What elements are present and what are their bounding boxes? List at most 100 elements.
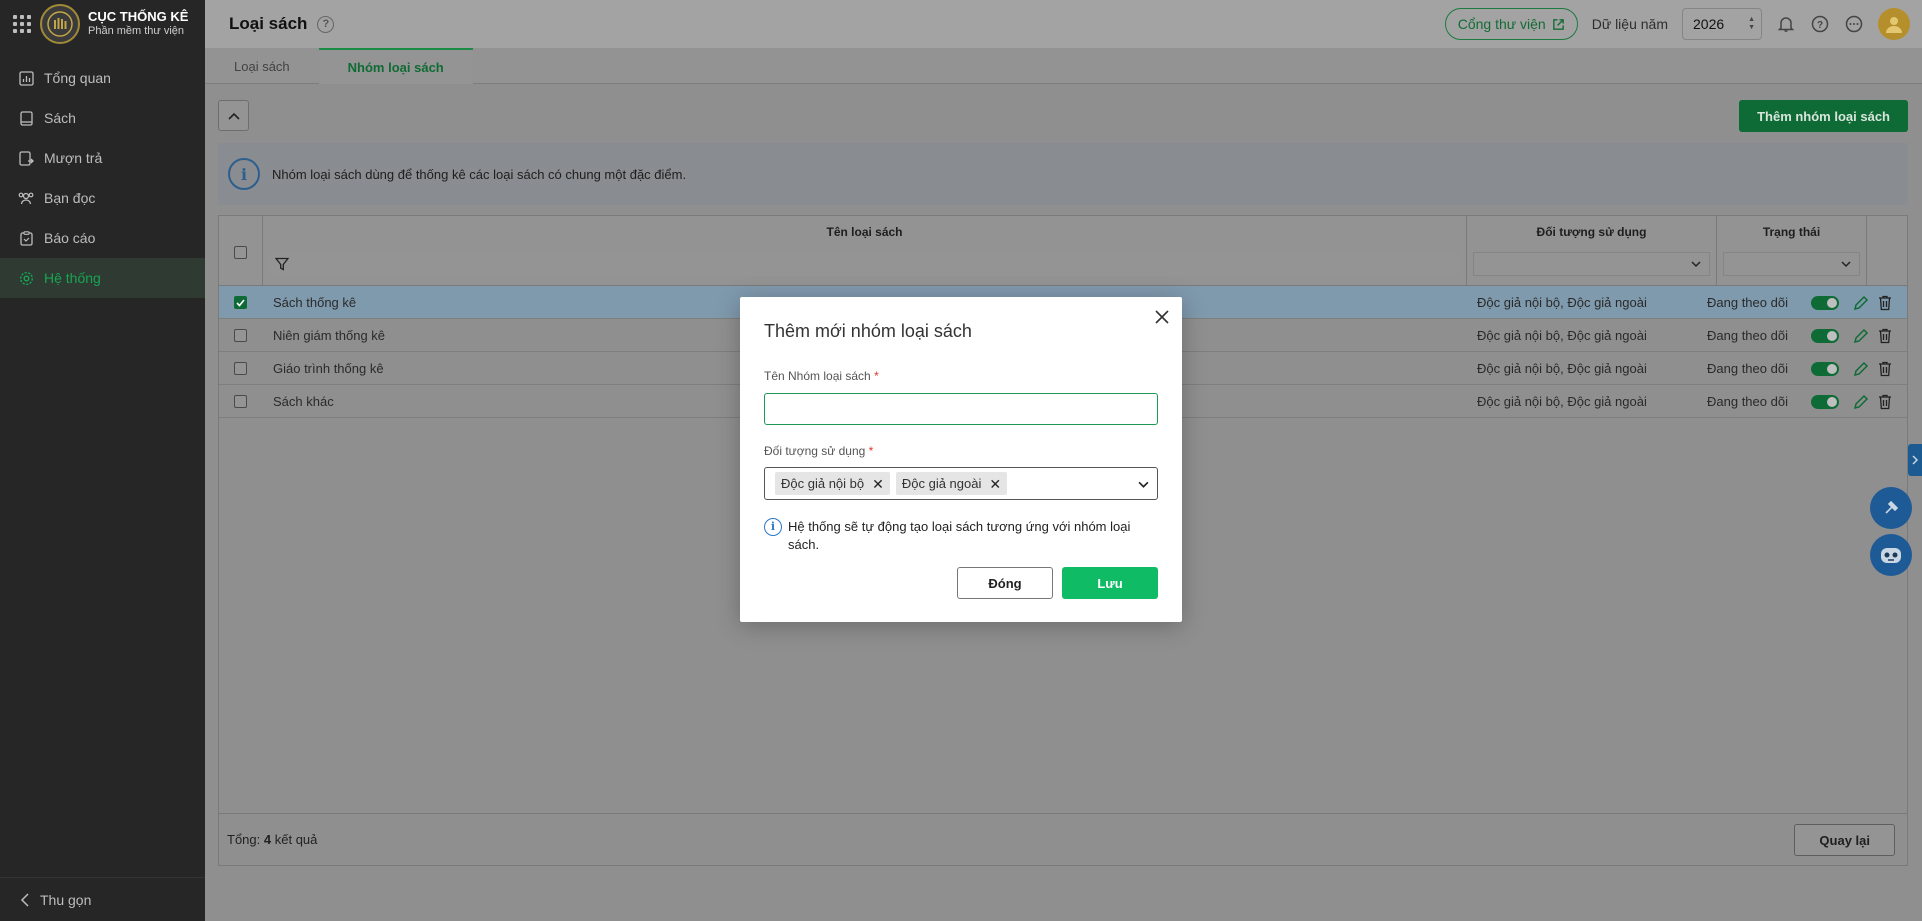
row-name: Niên giám thống kê <box>273 328 386 343</box>
add-group-button[interactable]: Thêm nhóm loại sách <box>1739 100 1908 132</box>
group-name-input[interactable] <box>764 393 1158 425</box>
table-footer: Tổng: 4 kết quả Quay lại <box>219 813 1907 865</box>
audience-chip: Độc giả nội bộ ✕ <box>775 472 890 495</box>
sidebar-item-label: Tổng quan <box>44 70 111 86</box>
more-icon[interactable] <box>1844 14 1864 34</box>
trash-icon[interactable] <box>1878 352 1892 385</box>
portal-label: Cổng thư viện <box>1457 16 1546 32</box>
name-filter[interactable] <box>269 252 1460 276</box>
chart-icon <box>18 70 34 86</box>
row-status: Đang theo dõi <box>1707 328 1788 343</box>
hint-text: Hệ thống sẽ tự động tạo loại sách tương … <box>788 519 1131 552</box>
chip-label: Độc giả nội bộ <box>781 476 865 491</box>
side-panel-toggle[interactable] <box>1908 444 1922 476</box>
apps-grid-icon[interactable] <box>12 14 32 34</box>
info-banner: i Nhóm loại sách dùng để thống kê các lo… <box>218 143 1908 205</box>
edit-icon[interactable] <box>1853 352 1869 385</box>
filter-icon[interactable] <box>275 257 289 271</box>
question-icon[interactable]: ? <box>1810 14 1830 34</box>
remove-chip-icon[interactable]: ✕ <box>989 477 1001 491</box>
borrow-icon <box>18 150 34 166</box>
stepper-arrows-icon[interactable]: ▲ ▼ <box>1748 16 1755 32</box>
sidebar-item-readers[interactable]: Bạn đọc <box>0 178 205 218</box>
chevron-left-icon <box>20 892 29 907</box>
external-link-icon <box>1552 18 1564 30</box>
trash-icon[interactable] <box>1878 286 1892 319</box>
required-mark: * <box>868 444 874 458</box>
sidebar-item-borrow[interactable]: Mượn trả <box>0 138 205 178</box>
status-toggle[interactable] <box>1811 394 1839 409</box>
report-icon <box>18 230 34 246</box>
year-label: Dữ liệu năm <box>1591 16 1668 32</box>
tab-book-type-groups[interactable]: Nhóm loại sách <box>318 48 473 84</box>
chevron-down-icon[interactable] <box>1138 479 1149 490</box>
chevron-down-icon <box>1841 261 1851 268</box>
sidebar-item-system[interactable]: Hệ thống <box>0 258 205 298</box>
info-icon: i <box>228 158 260 190</box>
audience-multiselect[interactable]: Độc giả nội bộ ✕ Độc giả ngoài ✕ <box>764 467 1158 500</box>
sidebar-item-label: Sách <box>44 110 76 126</box>
svg-text:?: ? <box>1817 20 1823 31</box>
save-button[interactable]: Lưu <box>1062 567 1158 599</box>
back-button[interactable]: Quay lại <box>1794 824 1895 856</box>
select-all-checkbox[interactable] <box>234 246 247 259</box>
chatbot-button[interactable] <box>1870 534 1912 576</box>
required-mark: * <box>874 369 879 383</box>
trash-icon[interactable] <box>1878 385 1892 418</box>
row-checkbox[interactable] <box>234 395 247 408</box>
close-icon[interactable] <box>1152 307 1172 327</box>
remove-chip-icon[interactable]: ✕ <box>872 477 884 491</box>
edit-icon[interactable] <box>1853 286 1869 319</box>
auto-create-hint: i Hệ thống sẽ tự động tạo loại sách tươn… <box>764 518 1164 554</box>
collapse-sidebar-button[interactable]: Thu gọn <box>0 877 205 921</box>
edit-icon[interactable] <box>1853 319 1869 352</box>
row-checkbox[interactable] <box>234 296 247 309</box>
dialog-title: Thêm mới nhóm loại sách <box>764 321 972 341</box>
brand-subtitle: Phần mềm thư viện <box>88 25 185 37</box>
info-icon: i <box>764 518 782 536</box>
status-toggle[interactable] <box>1811 361 1839 376</box>
row-name: Sách khác <box>273 394 334 409</box>
sidebar: Tổng quan Sách Mượn trả Bạn đọc Báo cáo … <box>0 48 205 921</box>
page-title: Loại sách <box>229 14 308 33</box>
collapse-label: Thu gọn <box>40 891 92 908</box>
logo <box>40 4 80 44</box>
collapse-panel-button[interactable] <box>218 100 249 131</box>
bell-icon[interactable] <box>1776 14 1796 34</box>
portal-button[interactable]: Cổng thư viện <box>1444 8 1578 40</box>
row-audience: Độc giả nội bộ, Độc giả ngoài <box>1477 394 1647 409</box>
status-toggle[interactable] <box>1811 328 1839 343</box>
row-audience: Độc giả nội bộ, Độc giả ngoài <box>1477 361 1647 376</box>
year-stepper[interactable]: 2026 ▲ ▼ <box>1682 8 1762 40</box>
total-prefix: Tổng: <box>227 832 261 847</box>
edit-icon[interactable] <box>1853 385 1869 418</box>
add-group-dialog: Thêm mới nhóm loại sách Tên Nhóm loại sá… <box>740 297 1182 622</box>
brand-area: CỤC THỐNG KÊ Phần mềm thư viện <box>0 0 205 48</box>
row-checkbox[interactable] <box>234 362 247 375</box>
chip-label: Độc giả ngoài <box>901 476 982 491</box>
tab-bar: Loại sách Nhóm loại sách <box>205 48 1922 84</box>
row-name: Sách thống kê <box>273 295 357 310</box>
status-toggle[interactable] <box>1811 295 1839 310</box>
audience-filter-select[interactable] <box>1473 252 1710 276</box>
top-bar: CỤC THỐNG KÊ Phần mềm thư viện Loại sách… <box>0 0 1922 48</box>
status-filter-select[interactable] <box>1723 252 1860 276</box>
column-header-name: Tên loại sách <box>826 225 903 239</box>
avatar[interactable] <box>1878 8 1910 40</box>
gear-icon <box>18 270 34 286</box>
help-icon[interactable]: ? <box>317 15 335 33</box>
sidebar-item-books[interactable]: Sách <box>0 98 205 138</box>
trash-icon[interactable] <box>1878 319 1892 352</box>
quick-action-button[interactable] <box>1870 487 1912 529</box>
audience-label: Đối tượng sử dụng <box>764 444 866 458</box>
tab-book-types[interactable]: Loại sách <box>205 48 319 84</box>
total-suffix: kết quả <box>274 832 318 847</box>
sidebar-item-overview[interactable]: Tổng quan <box>0 58 205 98</box>
close-button[interactable]: Đóng <box>957 567 1053 599</box>
sidebar-item-label: Báo cáo <box>44 230 96 246</box>
sidebar-item-reports[interactable]: Báo cáo <box>0 218 205 258</box>
row-checkbox[interactable] <box>234 329 247 342</box>
row-name: Giáo trình thống kê <box>273 361 384 376</box>
row-status: Đang theo dõi <box>1707 295 1788 310</box>
readers-icon <box>18 190 34 206</box>
